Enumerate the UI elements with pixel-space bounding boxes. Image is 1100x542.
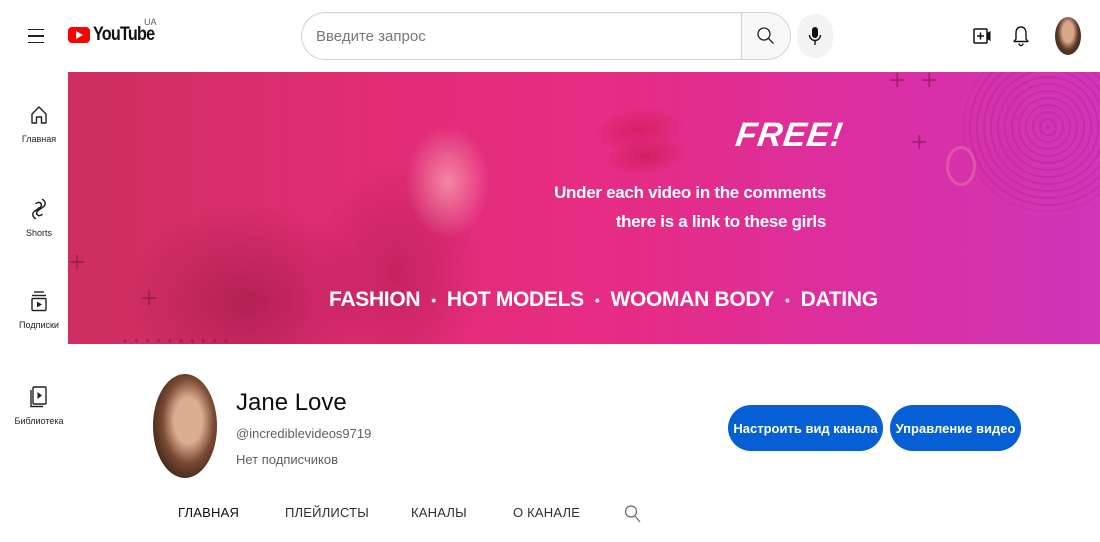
banner-promo-line-2: there is a link to these girls bbox=[615, 212, 826, 231]
sidebar-item-label: Shorts bbox=[25, 228, 52, 238]
banner-tag: DATING bbox=[800, 288, 878, 311]
sidebar-item-subscriptions[interactable]: Подписки bbox=[0, 288, 78, 358]
banner-free-text: FREE! bbox=[733, 116, 846, 154]
tab-home[interactable]: ГЛАВНАЯ bbox=[178, 505, 239, 520]
manage-videos-button[interactable]: Управление видео bbox=[890, 405, 1021, 451]
plus-decoration: + bbox=[140, 286, 159, 311]
sidebar-item-shorts[interactable]: Shorts bbox=[0, 196, 78, 266]
top-bar: YouTube UA bbox=[0, 0, 1100, 72]
youtube-play-icon bbox=[68, 27, 90, 43]
customize-channel-button[interactable]: Настроить вид канала bbox=[728, 405, 883, 451]
channel-search-button[interactable] bbox=[624, 504, 644, 524]
banner-tag: FASHION bbox=[329, 288, 421, 311]
library-icon bbox=[30, 386, 47, 408]
sidebar-item-library[interactable]: Библиотека bbox=[0, 384, 78, 454]
mic-icon bbox=[808, 27, 822, 45]
lips-print-graphic bbox=[567, 81, 714, 194]
plus-decoration: + bbox=[888, 72, 907, 93]
tab-playlists[interactable]: ПЛЕЙЛИСТЫ bbox=[285, 505, 369, 520]
banner-tags: FASHION • HOT MODELS • WOOMAN BODY • DAT… bbox=[329, 288, 878, 312]
channel-name: Jane Love bbox=[236, 389, 347, 416]
channel-avatar bbox=[153, 374, 217, 478]
ring-graphic bbox=[946, 146, 976, 186]
dots-decoration: •••••••••• bbox=[123, 334, 236, 344]
plus-decoration: + bbox=[920, 72, 939, 93]
banner-promo-line-1: Under each video in the comments bbox=[554, 183, 826, 202]
account-avatar[interactable] bbox=[1055, 17, 1081, 55]
shorts-icon bbox=[32, 198, 46, 220]
tag-separator: • bbox=[785, 292, 790, 308]
sidebar-item-label: Главная bbox=[21, 134, 57, 144]
channel-tabs: ГЛАВНАЯ ПЛЕЙЛИСТЫ КАНАЛЫ О КАНАЛЕ bbox=[0, 505, 1100, 529]
concentric-circles-graphic bbox=[963, 72, 1100, 212]
search-input[interactable] bbox=[301, 12, 741, 60]
create-button[interactable] bbox=[972, 26, 992, 46]
bell-icon bbox=[1013, 26, 1029, 47]
subscriptions-icon bbox=[31, 291, 47, 312]
sidebar-item-label: Библиотека bbox=[14, 416, 64, 426]
logo-text: YouTube bbox=[93, 24, 155, 45]
search-bar bbox=[301, 12, 791, 60]
tab-about[interactable]: О КАНАЛЕ bbox=[513, 505, 580, 520]
tag-separator: • bbox=[431, 292, 436, 308]
banner-tag: WOOMAN BODY bbox=[610, 288, 774, 311]
menu-icon[interactable] bbox=[24, 24, 48, 48]
search-icon bbox=[757, 27, 774, 44]
notifications-button[interactable] bbox=[1011, 24, 1031, 48]
search-icon bbox=[624, 505, 641, 523]
home-icon bbox=[31, 106, 47, 124]
tab-channels[interactable]: КАНАЛЫ bbox=[411, 505, 467, 520]
youtube-logo[interactable]: YouTube bbox=[68, 24, 165, 46]
sidebar: Главная Shorts Подписки Библиотека bbox=[0, 72, 68, 542]
sidebar-item-label: Подписки bbox=[19, 320, 59, 330]
sidebar-item-home[interactable]: Главная bbox=[0, 102, 78, 172]
plus-decoration: + bbox=[910, 130, 929, 155]
channel-handle: @incrediblevideos9719 bbox=[236, 426, 372, 441]
plus-decoration: + bbox=[68, 250, 87, 275]
channel-banner: + + + + + •••••••••• FREE! Under each vi… bbox=[68, 72, 1100, 344]
voice-search-button[interactable] bbox=[797, 14, 833, 58]
tag-separator: • bbox=[594, 292, 600, 308]
country-code: UA bbox=[144, 17, 157, 27]
create-video-icon bbox=[973, 28, 991, 44]
subscriber-count: Нет подписчиков bbox=[236, 452, 338, 467]
banner-tag: HOT MODELS bbox=[446, 288, 584, 311]
search-button[interactable] bbox=[741, 12, 791, 60]
